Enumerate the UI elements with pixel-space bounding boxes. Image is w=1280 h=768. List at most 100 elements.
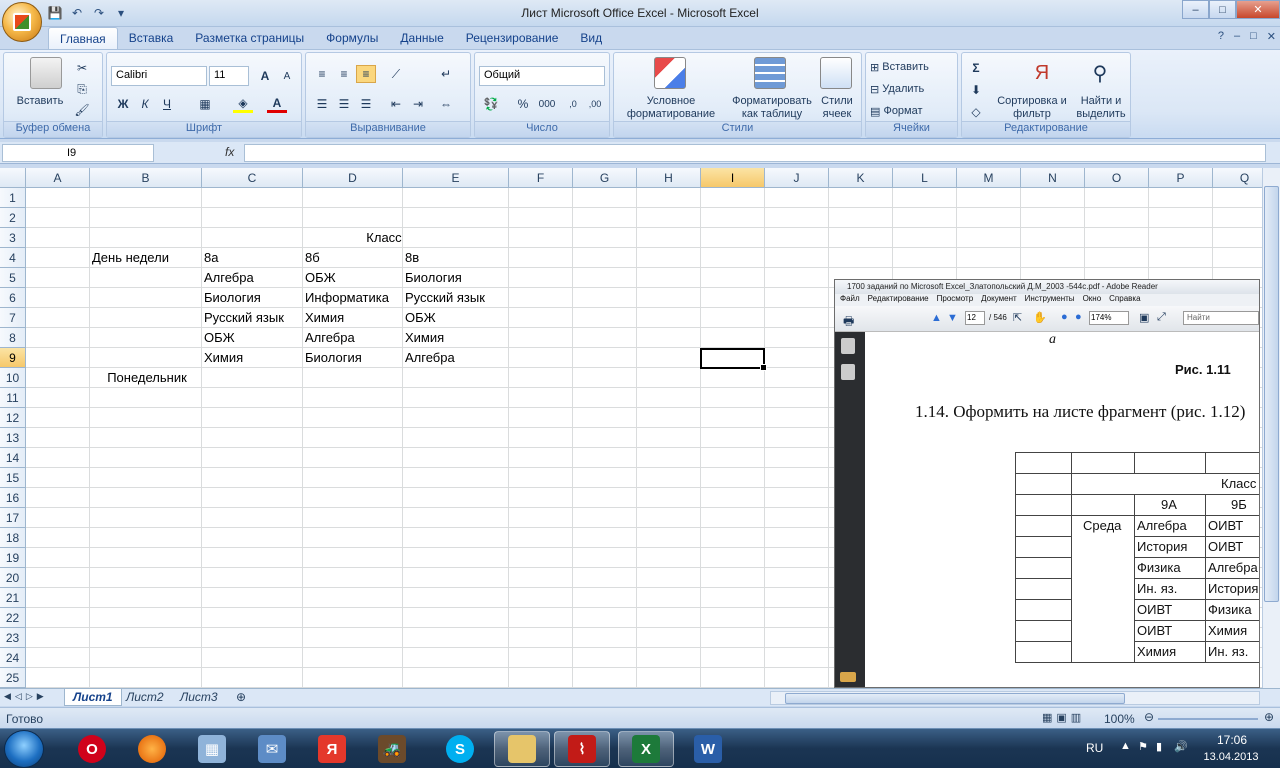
taskbar-explorer[interactable] — [494, 731, 550, 767]
cell-e9[interactable]: Алгебра — [403, 348, 455, 368]
horizontal-scrollbar[interactable] — [770, 691, 1260, 705]
zoom-slider[interactable] — [1158, 718, 1258, 720]
sort-filter-button[interactable]: Сортировка и фильтр — [994, 95, 1070, 121]
insert-sheet-icon[interactable]: ⊕ — [228, 689, 254, 706]
sort-filter-icon[interactable]: Я — [1026, 57, 1058, 89]
align-left-icon[interactable]: ☰ — [312, 95, 332, 113]
zoom-in-button[interactable]: ⊕ — [1264, 710, 1274, 724]
tab-page-layout[interactable]: Разметка страницы — [184, 27, 315, 49]
col-header-o[interactable]: O — [1085, 168, 1149, 188]
cell-e8[interactable]: Химия — [403, 328, 444, 348]
col-header-q[interactable]: Q — [1213, 168, 1262, 188]
name-box[interactable]: I9 — [2, 144, 154, 162]
binoculars-icon[interactable]: ⚲ — [1084, 57, 1116, 89]
tab-formulas[interactable]: Формулы — [315, 27, 389, 49]
cell-c9[interactable]: Химия — [202, 348, 243, 368]
cell-c7[interactable]: Русский язык — [202, 308, 284, 328]
fill-icon[interactable]: ⬇ — [966, 81, 986, 99]
horizontal-scroll-thumb[interactable] — [785, 693, 1125, 704]
clock-time[interactable]: 17:06 — [1204, 733, 1260, 747]
taskbar-word[interactable]: W — [680, 731, 736, 767]
bold-button[interactable]: Ж — [113, 95, 133, 113]
clock-date[interactable]: 13.04.2013 — [1196, 751, 1266, 763]
cell-b10[interactable]: Понедельник — [90, 368, 202, 388]
currency-icon[interactable]: 💱 — [481, 95, 501, 113]
row-header[interactable]: 1 — [0, 188, 26, 208]
vertical-scrollbar[interactable] — [1262, 168, 1280, 688]
row-header[interactable]: 21 — [0, 588, 26, 608]
fit-width-icon[interactable]: ⤢ — [1157, 311, 1166, 324]
cell-e5[interactable]: Биология — [403, 268, 462, 288]
row-header[interactable]: 12 — [0, 408, 26, 428]
percent-button[interactable]: % — [513, 95, 533, 113]
row-header[interactable]: 5 — [0, 268, 26, 288]
find-select-button[interactable]: Найти и выделить — [1072, 95, 1130, 121]
col-header-c[interactable]: C — [202, 168, 303, 188]
pdf-menu-tools[interactable]: Инструменты — [1025, 294, 1075, 306]
cell-d5[interactable]: ОБЖ — [303, 268, 336, 288]
row-header[interactable]: 15 — [0, 468, 26, 488]
cell-d9[interactable]: Биология — [303, 348, 362, 368]
taskbar-firefox[interactable] — [124, 731, 180, 767]
help-icon[interactable]: ? — [1218, 30, 1224, 43]
ribbon-minimize-icon[interactable]: – — [1234, 30, 1240, 43]
tab-review[interactable]: Рецензирование — [455, 27, 570, 49]
pdf-zoom-select[interactable]: 174% — [1089, 311, 1129, 325]
ribbon-restore-icon[interactable]: □ — [1250, 30, 1257, 43]
number-format-select[interactable]: Общий — [479, 66, 605, 86]
format-as-table-icon[interactable] — [754, 57, 786, 89]
tab-data[interactable]: Данные — [389, 27, 454, 49]
taskbar-excel[interactable]: X — [618, 731, 674, 767]
increase-indent-icon[interactable]: ⇥ — [408, 95, 428, 113]
col-header-f[interactable]: F — [509, 168, 573, 188]
network-icon[interactable]: ▮ — [1156, 740, 1162, 753]
borders-icon[interactable]: ▦ — [195, 95, 215, 113]
cell-c5[interactable]: Алгебра — [202, 268, 254, 288]
shrink-font-icon[interactable]: A — [277, 67, 297, 85]
selected-cell-i9[interactable] — [700, 348, 767, 371]
tray-arrow-icon[interactable]: ▲ — [1120, 740, 1131, 752]
col-header-n[interactable]: N — [1021, 168, 1085, 188]
start-button[interactable] — [4, 730, 44, 768]
paste-icon[interactable] — [30, 57, 62, 89]
pages-panel-icon[interactable] — [841, 338, 855, 354]
sheet-nav-arrows-icon[interactable]: ◀◁▷▶ — [4, 691, 48, 702]
cell-c8[interactable]: ОБЖ — [202, 328, 235, 348]
cell-d6[interactable]: Информатика — [303, 288, 389, 308]
row-header[interactable]: 22 — [0, 608, 26, 628]
ribbon-close-icon[interactable]: ✕ — [1267, 30, 1276, 43]
row-header[interactable]: 17 — [0, 508, 26, 528]
italic-button[interactable]: К — [135, 95, 155, 113]
select-all-corner[interactable] — [0, 168, 26, 188]
cell-e4[interactable]: 8в — [403, 248, 419, 268]
cell-e7[interactable]: ОБЖ — [403, 308, 436, 328]
cell-styles-icon[interactable] — [820, 57, 852, 89]
font-name-select[interactable]: Calibri — [111, 66, 207, 86]
pdf-menu-window[interactable]: Окно — [1083, 294, 1102, 306]
fill-color-icon[interactable]: ◈ — [233, 95, 253, 113]
page-number-input[interactable]: 12 — [965, 311, 985, 325]
maximize-button[interactable]: □ — [1209, 0, 1236, 19]
formula-input[interactable] — [244, 144, 1266, 162]
insert-cells-button[interactable]: ⊞ Вставить — [870, 59, 954, 75]
decrease-decimal-icon[interactable]: ,00 — [585, 95, 605, 113]
vertical-scroll-thumb[interactable] — [1264, 186, 1279, 602]
row-header[interactable]: 6 — [0, 288, 26, 308]
zoom-level[interactable]: 100% — [1104, 712, 1135, 726]
adobe-reader-window[interactable]: 1700 заданий по Microsoft Excel_Златопол… — [834, 279, 1260, 688]
col-header-i[interactable]: I — [701, 168, 765, 188]
taskbar-opera[interactable]: O — [64, 731, 120, 767]
pdf-menu-help[interactable]: Справка — [1109, 294, 1140, 306]
row-header[interactable]: 2 — [0, 208, 26, 228]
wrap-text-icon[interactable]: ↵ — [436, 65, 456, 83]
col-header-a[interactable]: A — [26, 168, 90, 188]
align-center-icon[interactable]: ☰ — [334, 95, 354, 113]
cell-d4[interactable]: 8б — [303, 248, 320, 268]
sheet-tab-1[interactable]: Лист1 — [64, 689, 122, 706]
underline-button[interactable]: Ч — [157, 95, 177, 113]
cell-d7[interactable]: Химия — [303, 308, 344, 328]
zoom-out-icon[interactable]: ● — [1061, 311, 1068, 323]
cell-c4[interactable]: 8а — [202, 248, 218, 268]
pdf-find-input[interactable]: Найти — [1183, 311, 1259, 325]
col-header-e[interactable]: E — [403, 168, 509, 188]
